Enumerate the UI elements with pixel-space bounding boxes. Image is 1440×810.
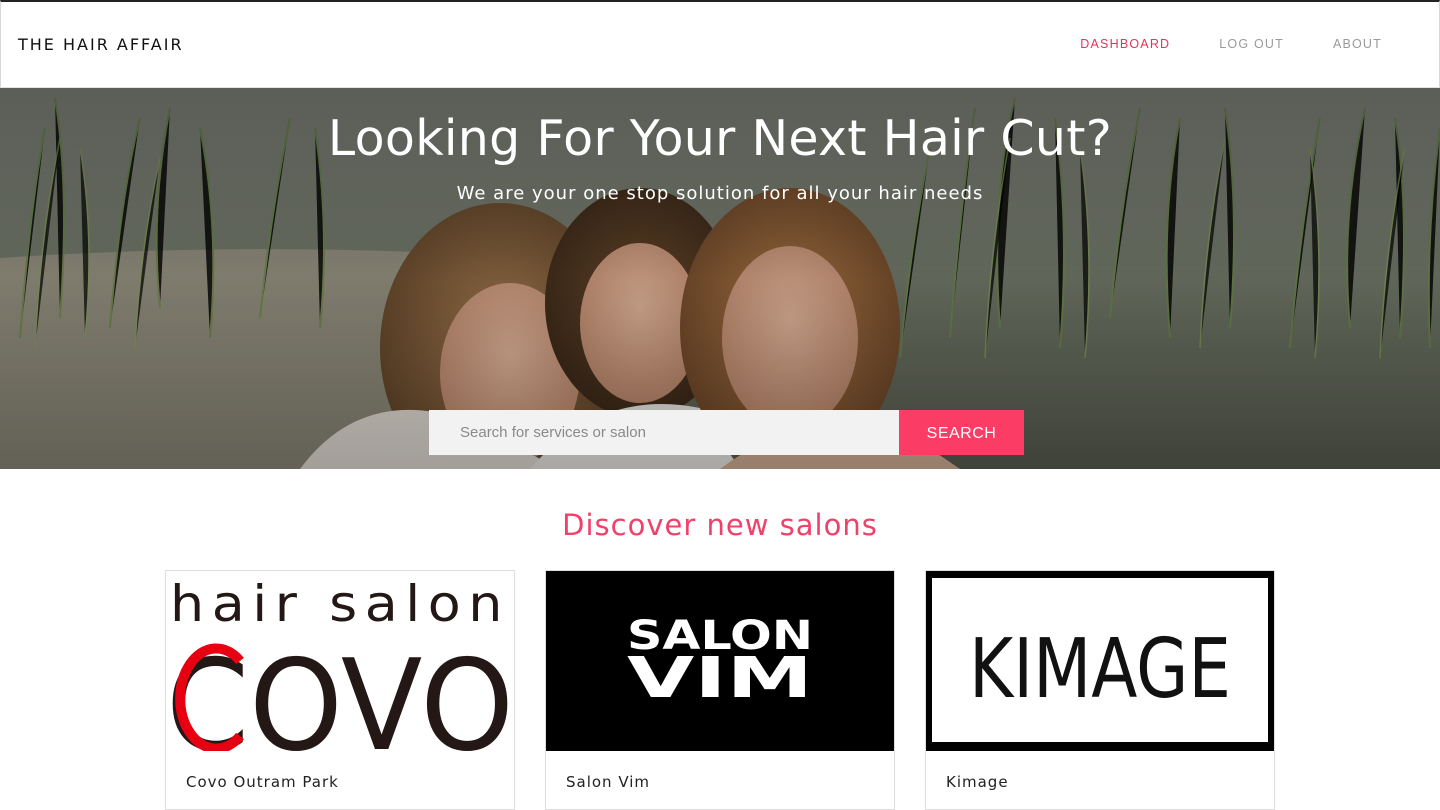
hero-subtitle: We are your one stop solution for all yo… [456, 183, 984, 204]
main-nav: DASHBOARD LOG OUT ABOUT [1031, 37, 1382, 51]
nav-dashboard-link[interactable]: DASHBOARD [1080, 37, 1170, 51]
discover-section-title: Discover new salons [562, 508, 878, 542]
nav-about-link[interactable]: ABOUT [1333, 37, 1382, 51]
salon-logo-covo: hair salon COVO [166, 571, 514, 751]
search-bar: SEARCH [429, 410, 1024, 455]
covo-logo-top-text: hair salon [170, 575, 510, 633]
hero-title: Looking For Your Next Hair Cut? [327, 110, 1113, 167]
top-navbar: THE HAIR AFFAIR DASHBOARD LOG OUT ABOUT [0, 0, 1440, 88]
salon-name[interactable]: Salon Vim [566, 773, 650, 791]
search-input[interactable] [429, 410, 899, 455]
salon-logo-vim: SALON VIM [546, 571, 894, 751]
salon-card-covo[interactable]: hair salon COVO Covo Outram Park [165, 570, 515, 810]
salon-card-vim[interactable]: SALON VIM Salon Vim [545, 570, 895, 810]
kimage-logo-text: KIMAGE [969, 622, 1231, 717]
brand-logo-text[interactable]: THE HAIR AFFAIR [18, 35, 184, 54]
salon-name[interactable]: Covo Outram Park [186, 773, 339, 791]
search-button[interactable]: SEARCH [899, 410, 1024, 455]
nav-logout-link[interactable]: LOG OUT [1219, 37, 1284, 51]
vim-logo-main-text: VIM [627, 646, 813, 711]
hero-banner: Looking For Your Next Hair Cut? We are y… [0, 88, 1440, 469]
salon-card-kimage[interactable]: KIMAGE Kimage [925, 570, 1275, 810]
salon-name[interactable]: Kimage [946, 773, 1009, 791]
salon-logo-kimage: KIMAGE [926, 571, 1274, 751]
